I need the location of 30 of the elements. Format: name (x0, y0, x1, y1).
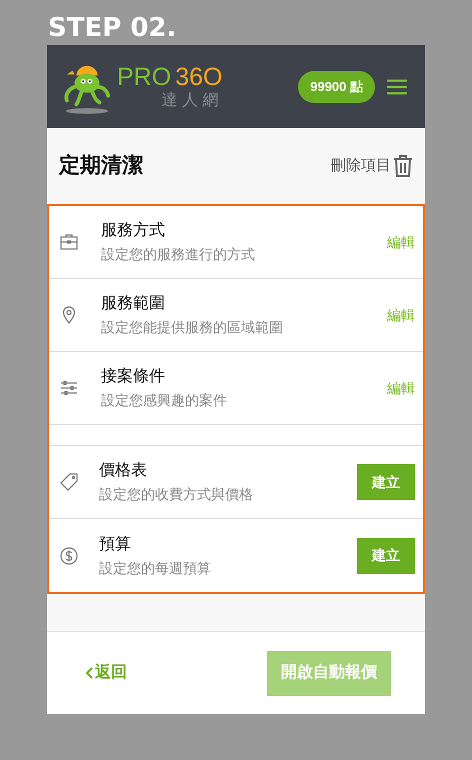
delete-item-button[interactable]: 刪除項目 (331, 154, 413, 178)
dollar-icon (59, 546, 79, 566)
edit-link[interactable]: 編輯 (387, 304, 415, 326)
create-button[interactable]: 建立 (357, 464, 415, 500)
tag-icon (59, 472, 79, 492)
trash-icon (393, 154, 413, 178)
item-title: 預算 (99, 534, 132, 554)
back-link[interactable]: 返回 (85, 661, 127, 685)
menu-icon[interactable] (385, 78, 409, 96)
brand-subtitle: 達 人 網 (162, 90, 220, 110)
brand-name: PRO (117, 62, 172, 90)
item-title: 接案條件 (101, 366, 166, 387)
item-description: 設定您的服務進行的方式 (101, 245, 256, 264)
briefcase-icon (59, 232, 79, 252)
sliders-icon (59, 378, 79, 398)
edit-link[interactable]: 編輯 (387, 232, 415, 252)
brand-number: 36O (175, 62, 222, 90)
page-title: 定期清潔 (59, 152, 143, 180)
item-description: 設定您的收費方式與價格 (99, 485, 254, 504)
item-description: 設定您能提供服務的區域範圍 (101, 318, 284, 337)
create-button[interactable]: 建立 (357, 538, 415, 574)
item-description: 設定您感興趣的案件 (101, 391, 228, 410)
chevron-left-icon (85, 667, 93, 679)
item-title: 服務範圍 (101, 294, 166, 314)
item-title: 服務方式 (101, 220, 166, 241)
step-title: STEP 02. (48, 13, 176, 43)
points-badge[interactable]: 99900 點 (298, 70, 375, 102)
item-description: 設定您的每週預算 (99, 558, 212, 578)
edit-link[interactable]: 編輯 (387, 378, 415, 398)
item-title: 價格表 (99, 460, 148, 481)
